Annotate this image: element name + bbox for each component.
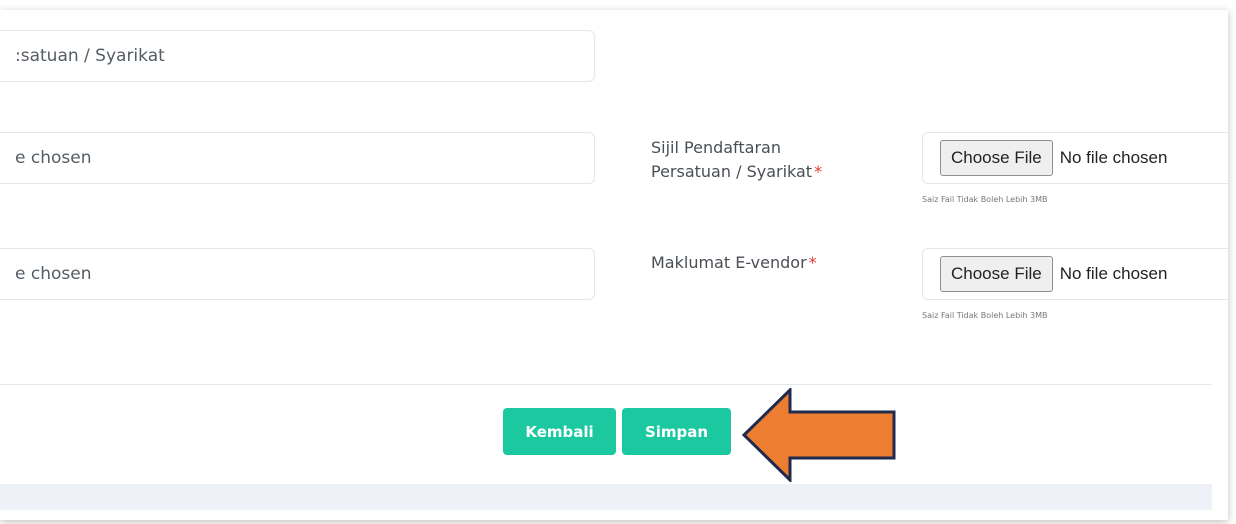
sijil-file-input[interactable]: Choose File No file chosen xyxy=(922,132,1228,184)
back-button[interactable]: Kembali xyxy=(503,408,616,455)
file-input-row3-status: e chosen xyxy=(15,264,92,284)
persatuan-syarikat-field[interactable]: :satuan / Syarikat xyxy=(0,30,595,82)
evendor-label-text: Maklumat E-vendor xyxy=(651,253,807,272)
evendor-file-status: No file chosen xyxy=(1059,264,1168,283)
save-button[interactable]: Simpan xyxy=(622,408,731,455)
sijil-pendaftaran-label: Sijil Pendaftaran Persatuan / Syarikat * xyxy=(651,136,822,184)
file-input-row2-status: e chosen xyxy=(15,148,92,168)
evendor-file-input[interactable]: Choose File No file chosen xyxy=(922,248,1228,300)
evendor-size-hint: Saiz Fail Tidak Boleh Lebih 3MB xyxy=(922,311,1048,320)
sijil-file-status: No file chosen xyxy=(1059,148,1168,167)
file-input-row3[interactable]: e chosen xyxy=(0,248,595,300)
evendor-label: Maklumat E-vendor * xyxy=(651,251,817,275)
sijil-label-line2: Persatuan / Syarikat xyxy=(651,162,813,181)
annotation-arrow-shape xyxy=(742,388,896,482)
sijil-size-hint: Saiz Fail Tidak Boleh Lebih 3MB xyxy=(922,195,1048,204)
sijil-choose-file-button[interactable]: Choose File xyxy=(940,140,1053,176)
footer-bar xyxy=(0,484,1212,510)
form-divider xyxy=(0,384,1212,385)
required-asterisk: * xyxy=(808,253,817,272)
left-arrow-icon xyxy=(742,388,896,482)
persatuan-syarikat-value: :satuan / Syarikat xyxy=(15,46,165,66)
file-input-row2[interactable]: e chosen xyxy=(0,132,595,184)
required-asterisk: * xyxy=(814,162,823,181)
sijil-label-line1: Sijil Pendaftaran xyxy=(651,138,781,157)
form-card: :satuan / Syarikat e chosen Sijil Pendaf… xyxy=(0,10,1228,520)
evendor-choose-file-button[interactable]: Choose File xyxy=(940,256,1053,292)
